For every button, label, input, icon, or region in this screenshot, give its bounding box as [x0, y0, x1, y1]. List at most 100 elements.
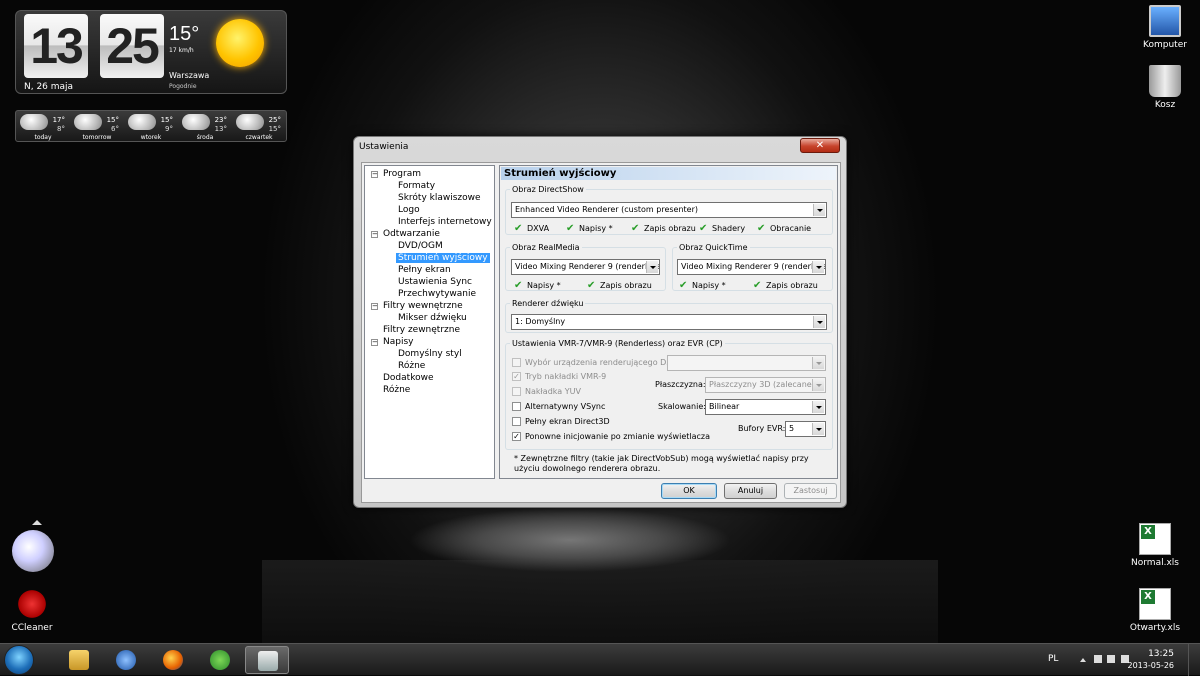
audio-renderer-select[interactable]: 1: Domyślny — [511, 314, 827, 330]
checkbox-box: ✓ — [512, 432, 521, 441]
tree-item-label: Skróty klawiszowe — [398, 193, 481, 203]
forecast-lo: 13° — [214, 125, 227, 133]
tray-time[interactable]: 13:25 — [1148, 649, 1174, 659]
collapse-icon[interactable]: − — [371, 339, 378, 346]
settings-tree[interactable]: − Program Formaty Skróty klawiszowe Logo Inte… — [364, 165, 495, 479]
tree-item-label: Dodatkowe — [383, 373, 434, 383]
cancel-button[interactable]: Anuluj — [724, 483, 777, 499]
speaker-icon[interactable] — [1094, 655, 1102, 663]
tree-item[interactable]: Przechwytywanie — [365, 288, 494, 300]
desktop-icon-recycle-bin[interactable]: Kosz — [1130, 65, 1200, 110]
ccleaner-icon — [16, 588, 48, 620]
tree-item[interactable]: Filtry zewnętrzne — [365, 324, 494, 336]
tree-item[interactable]: Strumień wyjściowy — [365, 252, 494, 264]
checkbox-label: Nakładka YUV — [525, 387, 581, 396]
fullscreen-d3d-checkbox[interactable]: Pełny ekran Direct3D — [512, 416, 610, 427]
collapse-icon[interactable]: − — [371, 171, 378, 178]
d3d9-device-checkbox[interactable]: Wybór urządzenia renderującego D3D9 — [512, 357, 683, 368]
surface-select[interactable]: Płaszczyzny 3D (zalecane) — [705, 377, 826, 393]
check-icon: ✔ — [699, 223, 708, 234]
scaling-select[interactable]: Bilinear — [705, 399, 826, 415]
expand-arrow-icon[interactable] — [32, 520, 42, 525]
taskbar-clover[interactable] — [198, 646, 242, 674]
tray-date[interactable]: 2013-05-26 — [1128, 661, 1175, 670]
tree-item[interactable]: − Odtwarzanie — [365, 228, 494, 240]
tree-item[interactable]: Ustawienia Sync — [365, 276, 494, 288]
taskbar-explorer[interactable] — [57, 646, 101, 674]
start-button[interactable] — [4, 645, 34, 675]
tree-item[interactable]: Różne — [365, 384, 494, 396]
forecast-day: 23° 13° środa — [178, 111, 232, 141]
collapse-icon[interactable]: − — [371, 231, 378, 238]
tree-item[interactable]: Skróty klawiszowe — [365, 192, 494, 204]
taskbar-mpc[interactable] — [245, 646, 289, 674]
realmedia-renderer-select[interactable]: Video Mixing Renderer 9 (renderless) — [511, 259, 660, 275]
dialog-titlebar[interactable]: Ustawienia ✕ — [354, 137, 846, 157]
chevron-down-icon — [812, 423, 824, 435]
tree-item[interactable]: − Program — [365, 168, 494, 180]
close-button[interactable]: ✕ — [800, 138, 840, 153]
desktop-icon-ccleaner[interactable]: CCleaner — [0, 588, 67, 633]
select-value: Enhanced Video Renderer (custom presente… — [515, 205, 698, 214]
tree-item-label: Napisy — [383, 337, 414, 347]
tree-item[interactable]: Pełny ekran — [365, 264, 494, 276]
media-player-icon — [258, 651, 278, 671]
quicktime-renderer-select[interactable]: Video Mixing Renderer 9 (renderless) — [677, 259, 826, 275]
forecast-day: 17° 8° today — [16, 111, 70, 141]
alt-vsync-checkbox[interactable]: Alternatywny VSync — [512, 401, 605, 412]
clock-minute: 25 — [100, 14, 164, 78]
directshow-renderer-select[interactable]: Enhanced Video Renderer (custom presente… — [511, 202, 827, 218]
clock-weather-gadget[interactable]: 13 25 N, 26 maja 15° 17 km/h Warszawa Po… — [15, 10, 287, 94]
capability-item: ✔ Napisy * — [514, 280, 561, 292]
vmr9-overlay-checkbox[interactable]: ✓ Tryb nakładki VMR-9 — [512, 371, 606, 382]
disc-gadget-icon[interactable] — [12, 530, 54, 572]
weather-condition: Pogodnie — [169, 83, 197, 90]
show-hidden-icons-icon[interactable] — [1080, 658, 1086, 662]
tree-item[interactable]: − Napisy — [365, 336, 494, 348]
tree-item[interactable]: Mikser dźwięku — [365, 312, 494, 324]
tree-item-label: Pełny ekran — [398, 265, 451, 275]
weather-forecast[interactable]: 17° 8° today 15° 6° tomorrow 15° 9° wtorek 23°… — [15, 110, 287, 142]
forecast-hi: 17° — [52, 116, 65, 124]
clock-date: N, 26 maja — [24, 82, 74, 92]
reinit-display-checkbox[interactable]: ✓ Ponowne inicjowanie po zmianie wyświetl… — [512, 431, 710, 442]
tree-item[interactable]: Dodatkowe — [365, 372, 494, 384]
collapse-icon[interactable]: − — [371, 303, 378, 310]
desktop-icon-computer[interactable]: Komputer — [1130, 5, 1200, 50]
check-icon: ✔ — [679, 280, 688, 291]
recycle-bin-icon — [1149, 65, 1181, 97]
desktop-icon-label: Kosz — [1154, 100, 1176, 110]
apply-button[interactable]: Zastosuj — [784, 483, 837, 499]
checkbox-box — [512, 402, 521, 411]
excel-file-icon — [1139, 523, 1171, 555]
checkbox-box — [512, 387, 521, 396]
tree-item[interactable]: Formaty — [365, 180, 494, 192]
checkbox-label: Pełny ekran Direct3D — [525, 417, 610, 426]
weather-temp: 15° — [169, 23, 200, 45]
desktop-icon-normal-xls[interactable]: Normal.xls — [1120, 523, 1190, 568]
system-tray: PL 13:25 2013-05-26 — [1010, 644, 1200, 676]
tree-item[interactable]: DVD/OGM — [365, 240, 494, 252]
ok-button[interactable]: OK — [661, 483, 717, 499]
taskbar-thunderbird[interactable] — [104, 646, 148, 674]
capability-item: ✔ Napisy * — [679, 280, 726, 292]
tree-item[interactable]: Interfejs internetowy — [365, 216, 494, 228]
tree-item[interactable]: Logo — [365, 204, 494, 216]
tree-item[interactable]: Różne — [365, 360, 494, 372]
show-desktop-button[interactable] — [1188, 644, 1200, 676]
battery-icon[interactable] — [1107, 655, 1115, 663]
yuv-overlay-checkbox[interactable]: Nakładka YUV — [512, 386, 581, 397]
firefox-icon — [163, 650, 183, 670]
tree-item-label: Formaty — [398, 181, 436, 191]
language-indicator[interactable]: PL — [1048, 654, 1058, 664]
tree-item-label: Logo — [398, 205, 420, 215]
evr-buffers-select[interactable]: 5 — [785, 421, 826, 437]
taskbar-firefox[interactable] — [151, 646, 195, 674]
tree-item[interactable]: Domyślny styl — [365, 348, 494, 360]
d3d9-device-select[interactable] — [667, 355, 826, 371]
forecast-name: tomorrow — [82, 134, 112, 141]
tree-item[interactable]: − Filtry wewnętrzne — [365, 300, 494, 312]
select-value: Video Mixing Renderer 9 (renderless) — [681, 262, 826, 271]
excel-file-icon — [1139, 588, 1171, 620]
desktop-icon-otwarty-xls[interactable]: Otwarty.xls — [1120, 588, 1190, 633]
